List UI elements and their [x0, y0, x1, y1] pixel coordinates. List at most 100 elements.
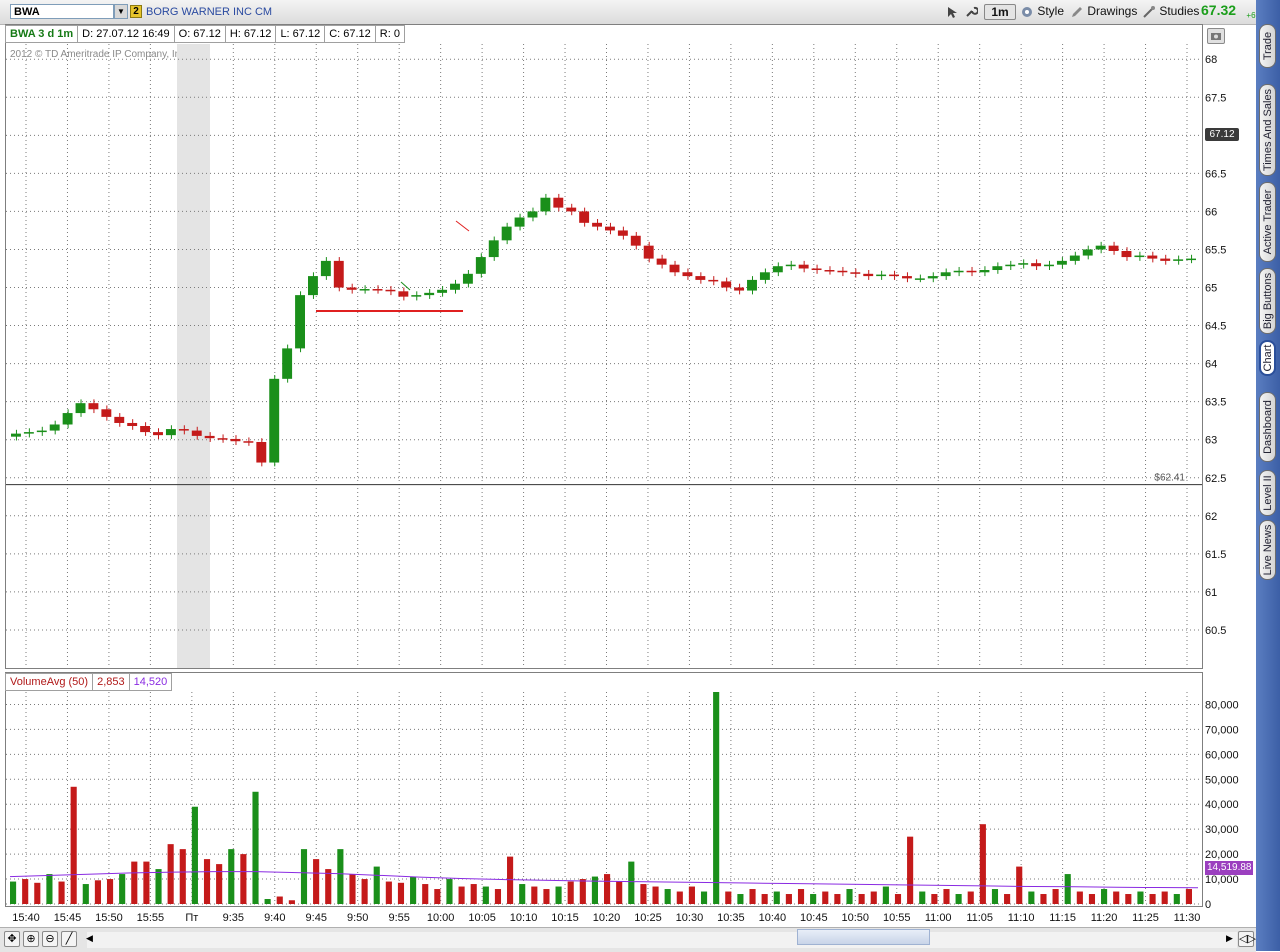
time-axis-label: 15:55 [137, 912, 165, 924]
time-axis-label: 10:40 [759, 912, 787, 924]
tab-live-news[interactable]: Live News [1259, 520, 1276, 580]
time-axis-label: 10:20 [593, 912, 621, 924]
info-close: C: 67.12 [325, 25, 376, 43]
time-axis-label: Пт [185, 912, 198, 924]
expand-icon: ◁▷ [1239, 933, 1256, 945]
scroll-right-icon[interactable]: ▶ [1226, 933, 1233, 944]
time-axis-label: 10:30 [676, 912, 704, 924]
time-axis-label: 10:15 [551, 912, 579, 924]
symbol-dropdown-button[interactable]: ▼ [114, 4, 128, 19]
chart-toolbar: BWA ▼ 2 BORG WARNER INC CM 1m Style Draw… [0, 0, 1276, 25]
style-button[interactable]: Style [1020, 3, 1064, 20]
price-axis-label: 61 [1205, 587, 1217, 599]
drawings-button[interactable]: Drawings [1070, 3, 1137, 20]
time-axis-label: 10:35 [717, 912, 745, 924]
tab-active-trader[interactable]: Active Trader [1259, 182, 1276, 262]
studies-button[interactable]: Studies [1142, 3, 1199, 20]
zoom-in-button[interactable]: ⊕ [23, 931, 39, 947]
volume-axis-label: 60,000 [1205, 749, 1239, 761]
time-axis-label: 11:00 [925, 912, 952, 924]
time-axis-label: 9:35 [223, 912, 244, 924]
time-axis-label: 15:50 [95, 912, 123, 924]
time-axis-label: 10:00 [427, 912, 455, 924]
info-open: O: 67.12 [174, 25, 226, 43]
volume-axis-label: 50,000 [1205, 774, 1239, 786]
price-axis-label: 62.5 [1205, 473, 1226, 485]
camera-icon [1211, 33, 1221, 40]
time-axis-label: 11:25 [1132, 912, 1159, 924]
volume-current: 2,853 [93, 673, 130, 691]
time-axis-label: 9:45 [306, 912, 327, 924]
price-axis-label: 62 [1205, 511, 1217, 523]
volume-axis-label: 10,000 [1205, 874, 1239, 886]
volume-axis-label: 30,000 [1205, 824, 1239, 836]
time-axis-label: 15:45 [54, 912, 82, 924]
tab-trade-label: Trade [1261, 31, 1274, 61]
time-axis-label: 11:10 [1008, 912, 1035, 924]
tab-dashboard[interactable]: Dashboard [1259, 392, 1276, 462]
tab-level-ii[interactable]: Level II [1259, 470, 1276, 516]
time-axis-label: 10:45 [800, 912, 828, 924]
info-range: R: 0 [375, 25, 405, 43]
price-axis-label: 63.5 [1205, 397, 1226, 409]
zoom-out-icon: ⊖ [45, 933, 55, 945]
price-axis-label: 60.5 [1205, 625, 1226, 637]
price-axis-label: 63 [1205, 435, 1217, 447]
drawing-line-button[interactable]: ╱ [61, 931, 77, 947]
tab-big-buttons[interactable]: Big Buttons [1259, 268, 1276, 334]
tab-trade[interactable]: Trade [1259, 24, 1276, 68]
drawings-label: Drawings [1087, 4, 1138, 18]
price-axis-label: 66 [1205, 206, 1217, 218]
tab-big-buttons-label: Big Buttons [1261, 272, 1274, 330]
volume-axis-label: 80,000 [1205, 699, 1239, 711]
volume-study-name: VolumeAvg (50) [5, 673, 94, 691]
studies-label: Studies [1159, 4, 1200, 18]
time-axis-label: 10:05 [468, 912, 496, 924]
price-panel [5, 24, 1203, 669]
volume-info-bar: VolumeAvg (50) 2,853 14,520 [5, 673, 173, 691]
tab-dashboard-label: Dashboard [1261, 400, 1274, 454]
tab-times-and-sales[interactable]: Times And Sales [1259, 84, 1276, 176]
price-axis-label: 67.5 [1205, 92, 1226, 104]
info-low: L: 67.12 [276, 25, 326, 43]
volume-average: 14,520 [129, 673, 173, 691]
volume-axis-label: 40,000 [1205, 799, 1239, 811]
price-info-bar: BWA 3 d 1m D: 27.07.12 16:49 O: 67.12 H:… [5, 25, 405, 43]
time-axis-label: 11:15 [1049, 912, 1076, 924]
interval-button[interactable]: 1m [984, 4, 1016, 20]
pan-button[interactable]: ✥ [4, 931, 20, 947]
time-axis-label: 10:25 [634, 912, 662, 924]
info-date: D: 27.07.12 16:49 [78, 25, 175, 43]
time-axis-label: 11:30 [1174, 912, 1201, 924]
tab-level-ii-label: Level II [1261, 475, 1274, 511]
line-icon: ╱ [65, 933, 73, 945]
time-axis-label: 9:55 [388, 912, 409, 924]
volume-avg-tag: 14,519.88 [1205, 861, 1253, 875]
symbol-input[interactable]: BWA [10, 4, 114, 19]
price-axis-label: 68 [1205, 54, 1217, 66]
time-axis-label: 10:55 [883, 912, 911, 924]
tab-active-trader-label: Active Trader [1261, 189, 1274, 255]
scroll-left-icon[interactable]: ◀ [86, 933, 93, 944]
chart-snapshot-button[interactable] [1207, 28, 1225, 44]
zoom-out-button[interactable]: ⊖ [42, 931, 58, 947]
tab-chart[interactable]: Chart [1259, 340, 1276, 376]
expand-button[interactable]: ◁▷ [1238, 931, 1256, 947]
time-axis-label: 10:50 [842, 912, 870, 924]
time-scrollbar[interactable] [87, 932, 1237, 948]
scroll-thumb[interactable] [797, 929, 930, 945]
volume-panel [5, 672, 1203, 907]
settings-tool-button[interactable] [964, 3, 978, 20]
pencil-icon [1072, 6, 1082, 17]
studies-icon [1143, 5, 1155, 18]
chart-navigation-bar: ✥ ⊕ ⊖ ╱ ◀ ▶ ◁▷ [0, 927, 1256, 952]
price-axis-label: 66.5 [1205, 168, 1226, 180]
time-axis-label: 9:50 [347, 912, 368, 924]
style-icon [1022, 6, 1032, 17]
link-group-badge[interactable]: 2 [130, 5, 142, 18]
volume-axis-label: 0 [1205, 899, 1211, 911]
style-label: Style [1037, 4, 1065, 18]
cursor-icon [948, 6, 957, 18]
company-name: BORG WARNER INC CM [146, 6, 273, 18]
crosshair-tool-button[interactable] [946, 3, 960, 20]
